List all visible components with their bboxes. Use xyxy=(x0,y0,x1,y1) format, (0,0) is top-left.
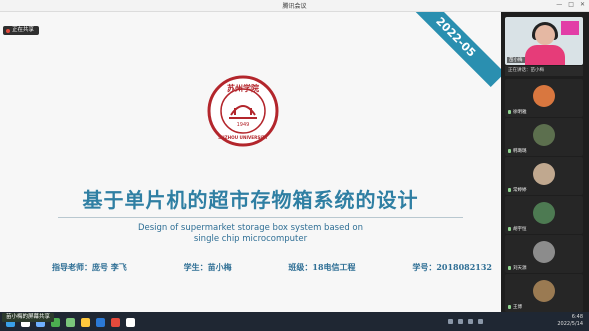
wps-icon[interactable] xyxy=(111,318,120,327)
clock-time: 6:48 xyxy=(571,314,583,320)
sharing-badge[interactable]: 正在共享 xyxy=(3,26,40,35)
emblem-year: 1949 xyxy=(237,122,250,128)
participant-avatar xyxy=(533,202,555,224)
participant-name-label: 王博 xyxy=(513,305,522,310)
record-dot-icon xyxy=(6,28,10,33)
participant-name: 徐明雅 xyxy=(508,109,527,115)
participant-tile[interactable]: 胡宇恒 xyxy=(505,196,583,234)
mic-icon xyxy=(508,187,511,192)
mic-icon xyxy=(508,226,511,231)
advisor-text: 指导老师：庞号 李飞 xyxy=(52,262,127,272)
main-video-name: 苗小梅 xyxy=(507,57,525,63)
window-title: 腾讯会议 xyxy=(282,3,307,10)
participant-name: 韩璐璐 xyxy=(508,148,527,154)
slide-info-row: 指导老师：庞号 李飞 学生：苗小梅 班级：18电信工程 学号：201808213… xyxy=(52,262,492,273)
background-poster xyxy=(561,21,579,35)
participant-name: 王博 xyxy=(508,304,522,310)
slide-title-cn: 基于单片机的超市存物箱系统的设计 xyxy=(82,188,419,212)
slide-title-en: Design of supermarket storage box system… xyxy=(0,223,501,245)
folder-icon[interactable] xyxy=(81,318,90,327)
main-video-tile[interactable]: 苗小梅 xyxy=(505,17,583,65)
date-ribbon: 2022-05 xyxy=(405,12,501,87)
emblem-top-text: 苏州学院 xyxy=(227,83,259,93)
battery-icon[interactable] xyxy=(468,319,473,324)
student-text: 学生：苗小梅 xyxy=(183,262,232,272)
emblem-bottom-text: SUZHOU UNIVERSITY xyxy=(218,135,269,140)
student-id-text: 学号：2018082132 xyxy=(412,262,492,272)
close-icon[interactable]: ✕ xyxy=(580,1,585,8)
slide-title-en-line2: single chip microcomputer xyxy=(193,234,308,244)
slide-title-en-line1: Design of supermarket storage box system… xyxy=(137,223,364,233)
system-clock[interactable]: 6:48 2022/5/14 xyxy=(557,314,583,328)
shared-slide: 正在共享 2022-05 苏州学院 1949 SUZHOU UNIVERSITY… xyxy=(0,12,501,312)
participant-tile[interactable]: 常婷婷 xyxy=(505,157,583,195)
volume-icon[interactable] xyxy=(458,319,463,324)
system-tray-icons xyxy=(448,319,483,324)
title-bar: 腾讯会议 — □ ✕ xyxy=(0,0,589,12)
participant-tile[interactable]: 徐明雅 xyxy=(505,79,583,117)
university-emblem: 苏州学院 1949 SUZHOU UNIVERSITY xyxy=(207,75,279,147)
participant-tile[interactable]: 刘天源 xyxy=(505,235,583,273)
class-text: 班级：18电信工程 xyxy=(288,262,356,272)
participant-name-label: 韩璐璐 xyxy=(513,149,527,154)
speaker-face xyxy=(535,25,555,45)
meeting-app-icon[interactable] xyxy=(96,318,105,327)
screen-share-bar[interactable]: 苗小梅的屏幕共享 xyxy=(2,313,55,322)
participant-avatar xyxy=(533,85,555,107)
mic-icon xyxy=(508,265,511,270)
maximize-icon[interactable]: □ xyxy=(568,1,574,8)
participant-tile[interactable]: 王博 xyxy=(505,274,583,312)
network-icon[interactable] xyxy=(448,319,453,324)
participant-name-label: 胡宇恒 xyxy=(513,227,527,232)
participant-avatar xyxy=(533,241,555,263)
participant-name-label: 徐明雅 xyxy=(513,110,527,115)
wechat-icon[interactable] xyxy=(66,318,75,327)
mic-icon xyxy=(508,304,511,309)
mic-icon xyxy=(508,148,511,153)
participant-avatar xyxy=(533,280,555,302)
mic-icon xyxy=(508,109,511,114)
language-icon[interactable] xyxy=(478,319,483,324)
clock-date: 2022/5/14 xyxy=(557,321,583,327)
speaker-shirt xyxy=(525,45,565,65)
participant-avatar xyxy=(533,124,555,146)
title-divider xyxy=(58,217,463,218)
participant-name-label: 刘天源 xyxy=(513,266,527,271)
participant-name: 胡宇恒 xyxy=(508,226,527,232)
minimize-icon[interactable]: — xyxy=(556,1,562,8)
participant-name: 刘天源 xyxy=(508,265,527,271)
participant-name: 常婷婷 xyxy=(508,187,527,193)
participant-avatar xyxy=(533,163,555,185)
speaking-indicator: 正在讲话：苗小梅 xyxy=(505,66,583,76)
media-icon[interactable] xyxy=(126,318,135,327)
participant-tile[interactable]: 韩璐璐 xyxy=(505,118,583,156)
participant-name-label: 常婷婷 xyxy=(513,188,527,193)
sharing-badge-label: 正在共享 xyxy=(12,27,35,33)
